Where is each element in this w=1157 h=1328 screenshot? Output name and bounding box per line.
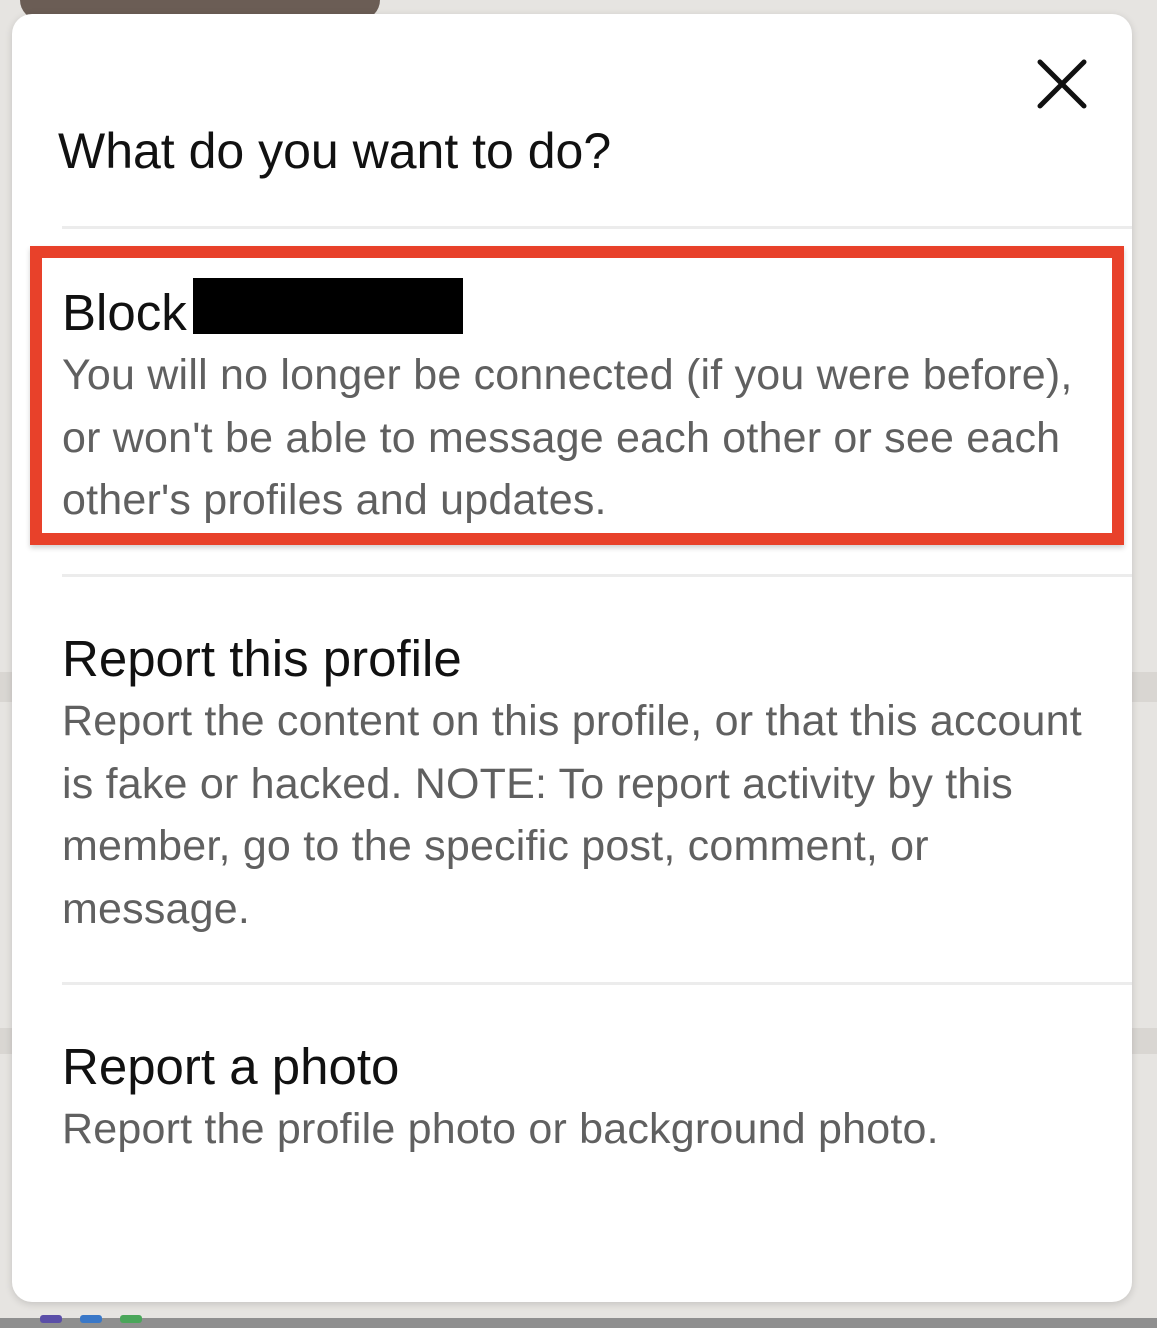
option-block[interactable]: Block You will no longer be connected (i… xyxy=(62,278,1102,532)
option-report-photo-title: Report a photo xyxy=(62,1038,400,1095)
background-icons xyxy=(40,1310,160,1323)
dialog-title: What do you want to do? xyxy=(58,123,612,179)
option-block-title-row: Block xyxy=(62,278,1102,344)
close-icon xyxy=(1037,59,1087,109)
divider xyxy=(62,982,1132,985)
divider xyxy=(62,574,1132,577)
divider xyxy=(62,226,1132,229)
option-block-title: Block xyxy=(62,284,187,341)
option-report-profile-description: Report the content on this profile, or t… xyxy=(62,697,1082,933)
option-report-profile[interactable]: Report this profile Report the content o… xyxy=(62,628,1102,940)
close-button[interactable] xyxy=(1032,54,1092,114)
option-report-profile-title: Report this profile xyxy=(62,630,462,687)
option-block-description: You will no longer be connected (if you … xyxy=(62,351,1073,524)
option-report-photo[interactable]: Report a photo Report the profile photo … xyxy=(62,1036,1102,1161)
action-dialog: What do you want to do? Block You will n… xyxy=(12,14,1132,1302)
redacted-name xyxy=(192,278,463,334)
option-report-photo-description: Report the profile photo or background p… xyxy=(62,1105,939,1153)
